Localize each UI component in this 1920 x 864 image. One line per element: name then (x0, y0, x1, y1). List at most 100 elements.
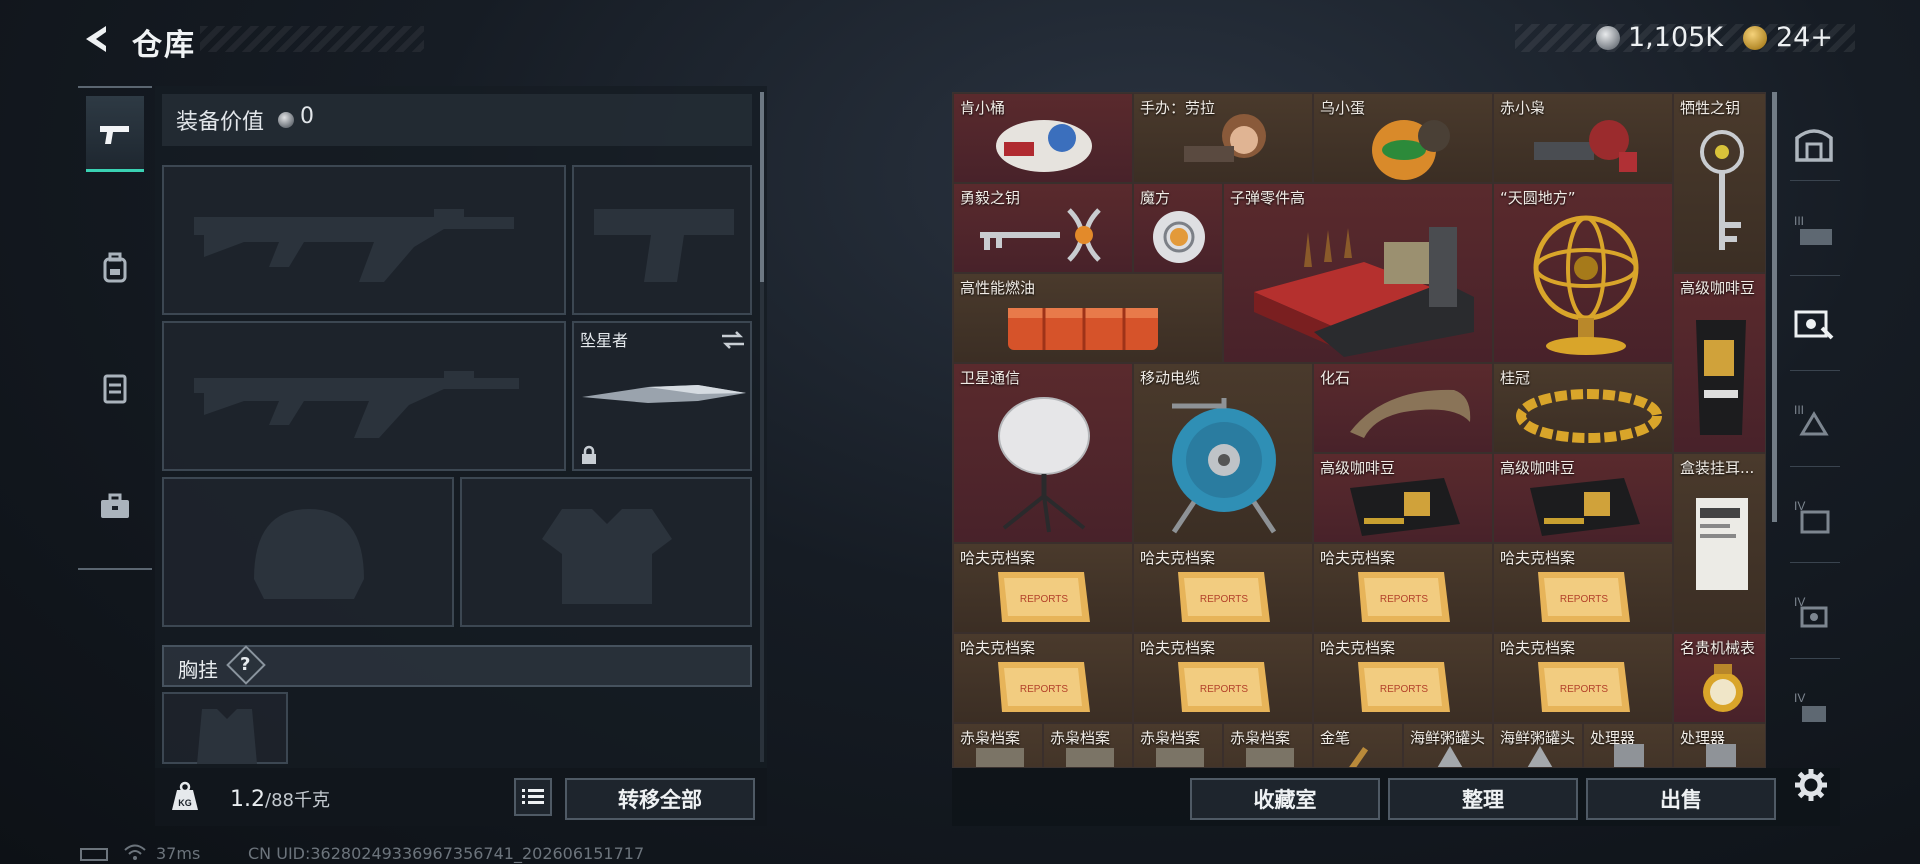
storage-tab-6[interactable]: IV (1784, 580, 1844, 644)
storage-item[interactable]: 高性能燃油 (953, 273, 1223, 363)
weight-readout: 1.2/88千克 (230, 786, 330, 812)
tab-backpack[interactable] (86, 230, 144, 306)
settings-button[interactable] (1790, 764, 1832, 806)
back-button[interactable] (78, 22, 112, 56)
storage-item[interactable]: 勇毅之钥 (953, 183, 1133, 273)
tab-weapons[interactable] (86, 96, 144, 172)
weight-max: /88千克 (265, 790, 330, 811)
chest-rig-silhouette-icon (197, 709, 257, 764)
fuel-canister-icon (1008, 308, 1158, 350)
storage-item[interactable]: 子弹零件高 (1223, 183, 1493, 363)
storage-item[interactable]: 赤小枭 (1493, 93, 1673, 183)
processor-icon (1614, 744, 1644, 767)
list-view-button[interactable] (514, 778, 552, 816)
storage-item[interactable]: 移动电缆 (1133, 363, 1313, 543)
storage-item[interactable]: 赤枭档案 (1133, 723, 1223, 767)
item-label: 金笔 (1320, 729, 1351, 747)
storage-item[interactable]: 哈夫克档案 REPORTS (953, 633, 1133, 723)
storage-item[interactable]: 牺牲之钥 (1673, 93, 1765, 273)
storage-item[interactable]: 哈夫克档案 REPORTS (1493, 543, 1673, 633)
storage-item[interactable]: 赤枭档案 (953, 723, 1043, 767)
storage-item[interactable]: 处理器 (1583, 723, 1673, 767)
storage-item[interactable]: 盒装挂耳... (1673, 453, 1765, 633)
storage-item[interactable]: 海鲜粥罐头 (1493, 723, 1583, 767)
svg-text:REPORTS: REPORTS (1020, 594, 1068, 605)
storage-item[interactable]: 哈夫克档案 REPORTS (1133, 633, 1313, 723)
storage-item[interactable]: 赤枭档案 (1043, 723, 1133, 767)
storage-tab-5[interactable]: IV (1784, 484, 1844, 548)
melee-slot[interactable]: 坠星者 (572, 321, 752, 471)
cable-reel-icon (1171, 398, 1277, 534)
storage-tab-7[interactable]: IV (1784, 676, 1844, 740)
helmet-silhouette-icon (254, 509, 364, 599)
storage-item[interactable]: 哈夫克档案 REPORTS (1313, 633, 1493, 723)
sell-button[interactable]: 出售 (1586, 778, 1776, 820)
knife-icon (582, 385, 746, 403)
helmet-slot[interactable] (162, 477, 454, 627)
storage-item[interactable]: 名贵机械表 (1673, 633, 1765, 723)
pistol-silhouette-icon (594, 209, 734, 282)
item-label: 赤枭档案 (1050, 729, 1111, 747)
file-folder-icon: REPORTS (1538, 572, 1630, 622)
sort-button[interactable]: 整理 (1388, 778, 1578, 820)
storage-item[interactable]: 哈夫克档案 REPORTS (953, 543, 1133, 633)
tab-armor[interactable] (86, 350, 144, 426)
storage-grid: 肯小桶 手办：劳拉 乌小蛋 赤小枭 牺牲之钥 勇毅之钥 魔方 子弹零件高 “天圆… (952, 92, 1766, 768)
svg-text:REPORTS: REPORTS (1200, 684, 1248, 695)
storage-item[interactable]: 哈夫克档案 REPORTS (1313, 543, 1493, 633)
storage-item[interactable]: 乌小蛋 (1313, 93, 1493, 183)
storage-tab-3[interactable] (1784, 292, 1844, 356)
vault-icon (1795, 129, 1833, 162)
storage-item[interactable]: 魔方 (1133, 183, 1223, 273)
svg-text:REPORTS: REPORTS (1020, 684, 1068, 695)
rifle-silhouette-icon (194, 371, 519, 438)
storage-tab-2[interactable]: III (1784, 198, 1844, 262)
coffee-box-icon (1696, 498, 1748, 590)
storage-item[interactable]: 卫星通信 (953, 363, 1133, 543)
secondary-weapon-slot[interactable] (162, 321, 566, 471)
back-arrow-icon (86, 26, 106, 52)
storage-item[interactable]: 海鲜粥罐头 (1403, 723, 1493, 767)
swap-icon[interactable] (720, 329, 746, 351)
laurel-crown-icon (1516, 389, 1662, 443)
equipment-value: 0 (300, 104, 314, 129)
storage-item[interactable]: 桂冠 (1493, 363, 1673, 453)
gold-currency-value[interactable]: 24+ (1776, 22, 1833, 53)
cube-icon (1153, 211, 1205, 263)
primary-weapon-slot[interactable] (162, 165, 566, 315)
storage-item[interactable]: 赤枭档案 (1223, 723, 1313, 767)
tab-case[interactable] (86, 468, 144, 544)
svg-text:III: III (1794, 214, 1804, 228)
storage-item[interactable]: 哈夫克档案 REPORTS (1133, 543, 1313, 633)
storage-item[interactable]: 高级咖啡豆 (1313, 453, 1493, 543)
pistol-icon (100, 125, 129, 144)
storage-item[interactable]: 高级咖啡豆 (1493, 453, 1673, 543)
file-folder-icon: REPORTS (998, 572, 1090, 622)
loadout-scroll-thumb[interactable] (760, 92, 764, 282)
melee-slot-label: 坠星者 (580, 331, 629, 350)
tab-separator (1790, 275, 1840, 276)
transfer-all-button[interactable]: 转移全部 (565, 778, 755, 820)
item-label: 赤枭档案 (1230, 729, 1291, 747)
battery-icon (80, 848, 108, 861)
storage-scrollbar[interactable] (1772, 92, 1777, 522)
storage-item[interactable]: 处理器 (1673, 723, 1765, 767)
uid-text: CN UID:36280249336967356741_202606151717 (248, 844, 645, 863)
storage-tab-4[interactable]: III (1784, 388, 1844, 452)
ammo-parts-icon (1254, 227, 1474, 357)
chest-rig-slot[interactable] (162, 692, 288, 764)
storage-item[interactable]: 金笔 (1313, 723, 1403, 767)
storage-item[interactable]: 化石 (1313, 363, 1493, 453)
storage-item[interactable]: 肯小桶 (953, 93, 1133, 183)
storage-item[interactable]: 哈夫克档案 REPORTS (1493, 633, 1673, 723)
storage-item[interactable]: “天圆地方” (1493, 183, 1673, 363)
storage-item[interactable]: 手办：劳拉 (1133, 93, 1313, 183)
item-label: 赤枭档案 (960, 729, 1021, 747)
pistol-slot[interactable] (572, 165, 752, 315)
processor-icon (1706, 744, 1736, 767)
collection-room-button[interactable]: 收藏室 (1190, 778, 1380, 820)
armor-slot[interactable] (460, 477, 752, 627)
storage-tab-1[interactable] (1784, 112, 1844, 176)
svg-text:REPORTS: REPORTS (1380, 594, 1428, 605)
storage-item[interactable]: 高级咖啡豆 (1673, 273, 1765, 453)
